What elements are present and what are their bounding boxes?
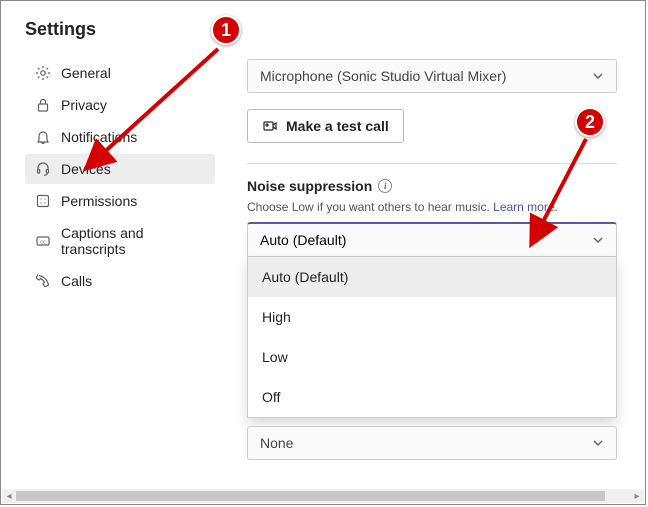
noise-suppression-hint: Choose Low if you want others to hear mu… bbox=[247, 200, 617, 214]
phone-icon bbox=[35, 273, 51, 289]
bell-icon bbox=[35, 129, 51, 145]
chevron-down-icon bbox=[592, 437, 604, 449]
option-low[interactable]: Low bbox=[248, 337, 616, 377]
scroll-right-button[interactable]: ▸ bbox=[630, 489, 644, 503]
noise-suppression-dropdown[interactable]: Auto (Default) bbox=[247, 222, 617, 257]
option-off[interactable]: Off bbox=[248, 377, 616, 417]
horizontal-scrollbar[interactable]: ◂ ▸ bbox=[2, 489, 644, 503]
sidebar: Settings General Privacy Notifications D… bbox=[25, 19, 215, 476]
sidebar-item-label: Privacy bbox=[61, 97, 107, 113]
sidebar-item-captions[interactable]: cc Captions and transcripts bbox=[25, 218, 215, 264]
app-icon bbox=[35, 193, 51, 209]
annotation-callout-2: 2 bbox=[575, 107, 605, 137]
microphone-dropdown[interactable]: Microphone (Sonic Studio Virtual Mixer) bbox=[247, 59, 617, 93]
cc-icon: cc bbox=[35, 233, 51, 249]
chevron-down-icon bbox=[592, 234, 604, 246]
sidebar-nav: General Privacy Notifications Devices Pe bbox=[25, 58, 215, 296]
sidebar-item-general[interactable]: General bbox=[25, 58, 215, 88]
sidebar-item-label: Captions and transcripts bbox=[61, 225, 205, 257]
sidebar-item-notifications[interactable]: Notifications bbox=[25, 122, 215, 152]
scroll-track[interactable] bbox=[16, 489, 630, 503]
option-auto-default[interactable]: Auto (Default) bbox=[248, 257, 616, 297]
secondary-dropdown-selected: None bbox=[260, 435, 293, 451]
sidebar-item-privacy[interactable]: Privacy bbox=[25, 90, 215, 120]
chevron-down-icon bbox=[592, 70, 604, 82]
noise-suppression-title: Noise suppression i bbox=[247, 178, 617, 194]
sidebar-item-label: Notifications bbox=[61, 129, 137, 145]
secondary-dropdown[interactable]: None bbox=[247, 426, 617, 460]
sidebar-item-label: Permissions bbox=[61, 193, 137, 209]
annotation-callout-1: 1 bbox=[211, 15, 241, 45]
headset-icon bbox=[35, 161, 51, 177]
info-icon[interactable]: i bbox=[378, 179, 392, 193]
sidebar-item-label: Devices bbox=[61, 161, 111, 177]
learn-more-link[interactable]: Learn more. bbox=[493, 200, 558, 214]
sidebar-item-permissions[interactable]: Permissions bbox=[25, 186, 215, 216]
sidebar-item-devices[interactable]: Devices bbox=[25, 154, 215, 184]
hint-text: Choose Low if you want others to hear mu… bbox=[247, 200, 490, 214]
content-area: Microphone (Sonic Studio Virtual Mixer) … bbox=[247, 19, 617, 476]
microphone-selected: Microphone (Sonic Studio Virtual Mixer) bbox=[260, 68, 506, 84]
gear-icon bbox=[35, 65, 51, 81]
page-title: Settings bbox=[25, 19, 215, 40]
option-high[interactable]: High bbox=[248, 297, 616, 337]
noise-suppression-label: Noise suppression bbox=[247, 178, 372, 194]
sidebar-item-label: Calls bbox=[61, 273, 92, 289]
make-test-call-button[interactable]: Make a test call bbox=[247, 109, 404, 143]
settings-window: Settings General Privacy Notifications D… bbox=[0, 0, 646, 505]
divider bbox=[247, 163, 617, 164]
svg-text:cc: cc bbox=[40, 240, 46, 246]
noise-suppression-selected: Auto (Default) bbox=[260, 232, 346, 248]
scroll-left-button[interactable]: ◂ bbox=[2, 489, 16, 503]
sidebar-item-label: General bbox=[61, 65, 111, 81]
lock-icon bbox=[35, 97, 51, 113]
test-call-label: Make a test call bbox=[286, 118, 389, 134]
sidebar-item-calls[interactable]: Calls bbox=[25, 266, 215, 296]
test-call-icon bbox=[262, 118, 278, 134]
scroll-thumb[interactable] bbox=[16, 491, 605, 501]
noise-suppression-options: Auto (Default) High Low Off bbox=[247, 257, 617, 418]
